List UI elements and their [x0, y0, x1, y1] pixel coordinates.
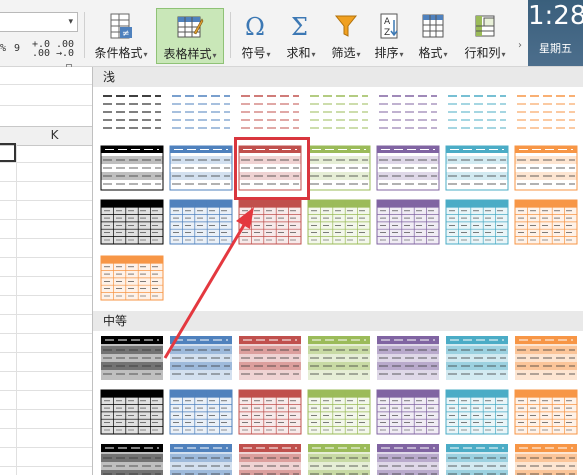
- clock-time: 1:28: [528, 1, 583, 31]
- grid-line: [0, 162, 92, 163]
- grid-line: [0, 276, 92, 277]
- symbol-button[interactable]: Ω 符号▾: [234, 8, 278, 64]
- svg-text:Ω: Ω: [245, 13, 265, 40]
- grid-line: [0, 105, 92, 106]
- filter-button[interactable]: 筛选▾: [324, 8, 368, 64]
- ribbon-separator: [84, 12, 85, 58]
- grid-line: [0, 257, 92, 258]
- grid-line: [0, 371, 92, 372]
- grid-line: [0, 390, 92, 391]
- chevron-down-icon: ▾: [443, 50, 448, 59]
- table-style-label: 表格样式: [163, 47, 212, 61]
- chevron-down-icon: ▾: [356, 50, 361, 59]
- format-label: 格式: [418, 46, 443, 60]
- format-button[interactable]: 格式▾: [412, 8, 454, 64]
- svg-text:A: A: [384, 17, 391, 27]
- grid-line: [0, 219, 92, 220]
- ribbon-separator: [230, 12, 231, 58]
- percent-style-button[interactable]: %: [0, 44, 6, 54]
- section-header-medium: 中等: [93, 311, 583, 331]
- chevron-down-icon: ▾: [311, 50, 316, 59]
- filter-label: 筛选: [331, 46, 356, 60]
- row-col-icon: [475, 15, 495, 37]
- grid-line: [0, 181, 92, 182]
- column-header-k[interactable]: K: [17, 126, 92, 144]
- svg-text:Z: Z: [384, 28, 390, 38]
- sort-label: 排序: [374, 46, 399, 60]
- section-header-light: 浅: [93, 67, 583, 87]
- grid-line: [0, 466, 92, 467]
- format-icon: [422, 14, 444, 38]
- taskbar-clock[interactable]: 1:28 星期五: [528, 0, 583, 66]
- chevron-down-icon: ▾: [143, 50, 148, 59]
- grid-line: [0, 200, 92, 201]
- table-style-panel: 浅 中等: [92, 67, 583, 475]
- ribbon-more-button[interactable]: ›: [518, 40, 522, 51]
- grid-line: [0, 238, 92, 239]
- grid-line: [0, 314, 92, 315]
- conditional-format-button[interactable]: ≠ 条件格式▾: [88, 8, 154, 64]
- grid-line: [0, 352, 92, 353]
- grid-line: [0, 333, 92, 334]
- sum-button[interactable]: Σ 求和▾: [280, 8, 322, 64]
- grid-line: [0, 295, 92, 296]
- sort-button[interactable]: A Z 排序▾: [368, 8, 410, 64]
- table-style-icon: [177, 16, 204, 38]
- increase-decimal-button[interactable]: +.0 .00: [32, 40, 50, 59]
- table-style-button[interactable]: 表格样式▾: [156, 8, 224, 64]
- omega-icon: Ω: [245, 13, 265, 40]
- comma-style-button[interactable]: 9: [14, 44, 20, 54]
- grid-line: [0, 447, 92, 448]
- chevron-down-icon[interactable]: ▾: [68, 13, 73, 31]
- sum-label: 求和: [286, 46, 311, 60]
- ribbon-toolbar: ▾ % 9 +.0 .00 .00 →.0 ≠ 条件格式▾ 表格样式▾ Ω 符号…: [0, 0, 583, 70]
- row-col-button[interactable]: 行和列▾: [456, 8, 514, 64]
- row-col-label: 行和列: [464, 46, 501, 60]
- sigma-icon: Σ: [291, 13, 308, 40]
- highlight-box: [234, 137, 310, 200]
- number-format-combo[interactable]: ▾: [0, 12, 78, 32]
- sort-az-icon: A Z: [380, 13, 398, 39]
- grid-line: [16, 144, 17, 475]
- symbol-label: 符号: [241, 46, 266, 60]
- grid-line: [0, 84, 92, 85]
- selected-cell[interactable]: [0, 143, 16, 162]
- chevron-down-icon: ▾: [399, 50, 404, 59]
- decrease-decimal-button[interactable]: .00 →.0: [56, 40, 74, 59]
- svg-text:≠: ≠: [122, 29, 130, 39]
- conditional-format-icon: ≠: [110, 13, 132, 39]
- chevron-down-icon: ▾: [212, 51, 217, 60]
- grid-line: [0, 428, 92, 429]
- svg-text:Σ: Σ: [291, 13, 308, 40]
- chevron-down-icon: ▾: [501, 50, 506, 59]
- chevron-down-icon: ▾: [266, 50, 271, 59]
- grid-line: [0, 409, 92, 410]
- conditional-format-label: 条件格式: [94, 46, 143, 60]
- clock-day: 星期五: [539, 42, 572, 55]
- filter-icon: [334, 15, 358, 37]
